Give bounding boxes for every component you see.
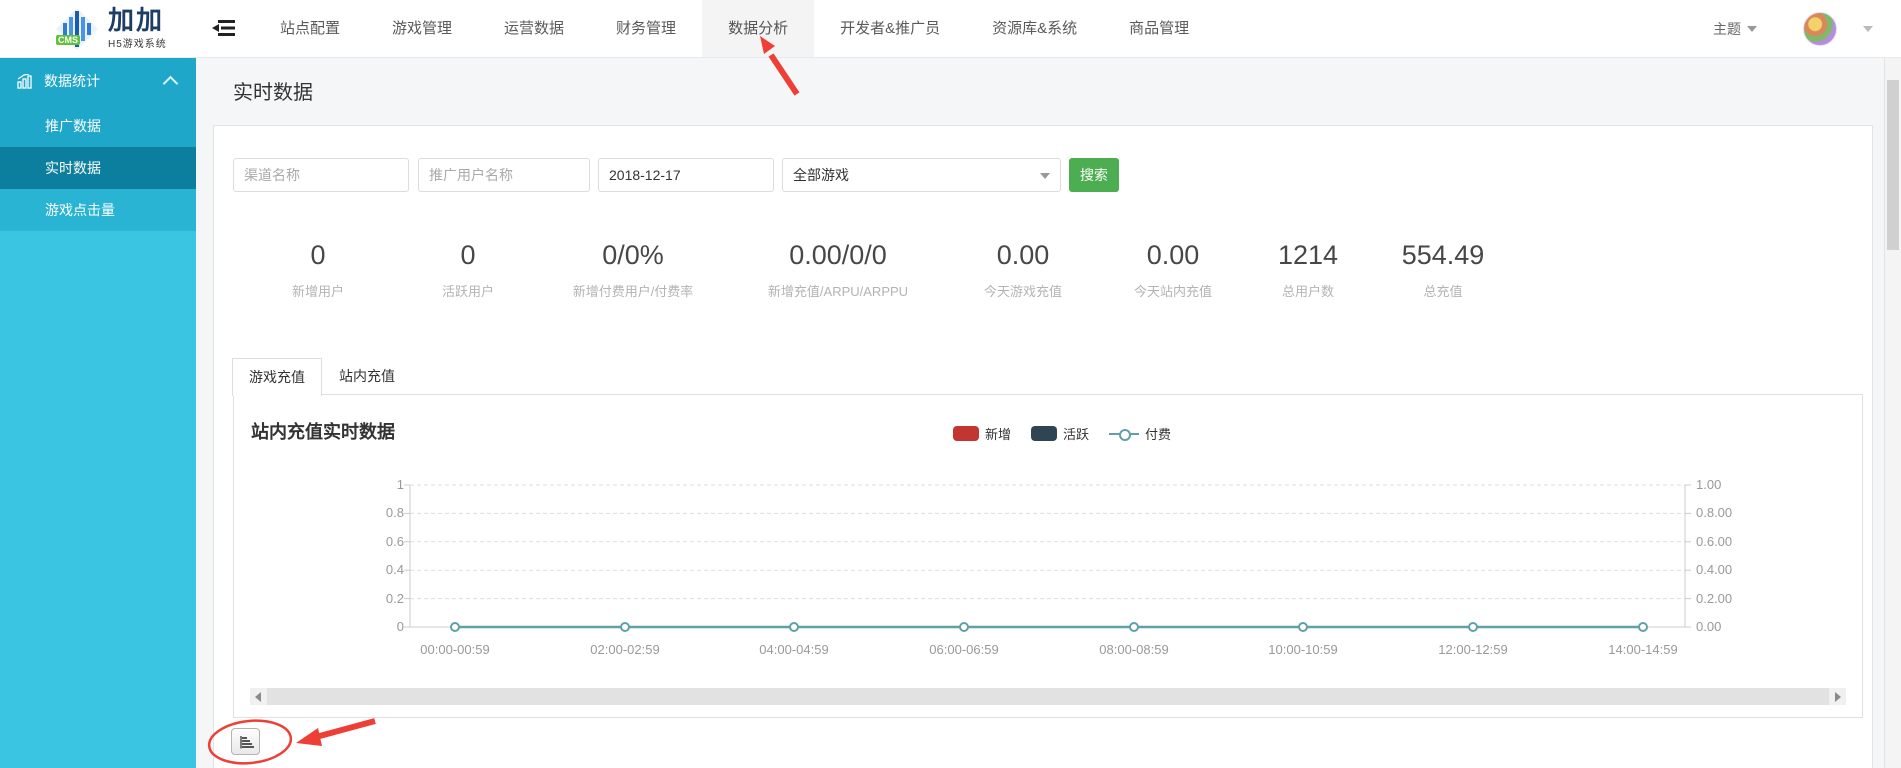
legend-item-new[interactable]: 新增 [953, 424, 1011, 443]
chart-type-toolbox-button[interactable] [231, 728, 260, 755]
x-axis-tick: 10:00-10:59 [1233, 642, 1373, 657]
legend-item-active[interactable]: 活跃 [1031, 424, 1089, 443]
stat-active-users: 0 活跃用户 [403, 238, 533, 300]
menu-fold-icon[interactable] [212, 17, 236, 39]
nav-finance-manage[interactable]: 财务管理 [590, 0, 702, 57]
y-axis-left-tick: 0.8 [344, 505, 404, 520]
page-scrollbar-thumb[interactable] [1887, 80, 1899, 250]
x-axis-tick: 00:00-00:59 [385, 642, 525, 657]
select-caret-icon [1040, 173, 1050, 179]
line-chart-plot [400, 480, 1700, 640]
search-button[interactable]: 搜索 [1069, 158, 1119, 192]
stat-new-users: 0 新增用户 [233, 238, 403, 300]
sidebar-item-promotion-data[interactable]: 推广数据 [0, 105, 196, 147]
nav-resource-system[interactable]: 资源库&系统 [966, 0, 1103, 57]
chevron-down-icon [1747, 26, 1757, 32]
y-axis-right-tick: 0.4.00 [1696, 562, 1766, 577]
logo-subtitle: H5游戏系统 [108, 35, 167, 50]
scrollbar-thumb[interactable] [267, 688, 1829, 705]
stat-new-paying-rate: 0/0% 新增付费用户/付费率 [533, 238, 733, 300]
theme-label: 主题 [1713, 19, 1741, 39]
nav-developer-promoter[interactable]: 开发者&推广员 [814, 0, 966, 57]
date-input[interactable] [598, 158, 774, 192]
tab-site-recharge[interactable]: 站内充值 [322, 358, 412, 395]
y-axis-right-tick: 0.00 [1696, 619, 1766, 634]
horizontal-bars-chart-icon [238, 734, 254, 750]
legend-item-pay[interactable]: 付费 [1109, 424, 1171, 443]
x-axis-tick: 04:00-04:59 [724, 642, 864, 657]
app-logo[interactable]: CMS 加加 H5游戏系统 [54, 7, 167, 50]
y-axis-right-tick: 0.8.00 [1696, 505, 1766, 520]
y-axis-left-tick: 0.6 [344, 534, 404, 549]
sidebar-item-realtime-data[interactable]: 实时数据 [0, 147, 196, 189]
page-vertical-scrollbar[interactable] [1884, 0, 1901, 768]
x-axis-tick: 08:00-08:59 [1064, 642, 1204, 657]
y-axis-left-tick: 0.2 [344, 591, 404, 606]
realtime-data-page: CMS 加加 H5游戏系统 站点配置 游戏管理 运营数据 财务管理 数据分析 开… [0, 0, 1901, 768]
avatar[interactable] [1803, 12, 1837, 46]
channel-name-input[interactable] [233, 158, 409, 192]
chart-legend: 新增 活跃 付费 [953, 424, 1191, 443]
legend-swatch-new [953, 426, 979, 441]
user-chevron-down-icon[interactable] [1863, 26, 1873, 32]
promoter-name-input[interactable] [418, 158, 590, 192]
top-header: CMS 加加 H5游戏系统 站点配置 游戏管理 运营数据 财务管理 数据分析 开… [0, 0, 1901, 58]
logo-icon: CMS [54, 8, 100, 50]
game-select-value: 全部游戏 [793, 167, 849, 183]
chart-horizontal-scrollbar[interactable] [250, 688, 1846, 705]
nav-operation-data[interactable]: 运营数据 [478, 0, 590, 57]
sidebar-section-label: 数据统计 [44, 71, 100, 91]
bar-chart-icon [17, 74, 34, 89]
logo-badge: CMS [56, 35, 80, 45]
scroll-right-icon[interactable] [1835, 692, 1841, 702]
x-axis-tick: 06:00-06:59 [894, 642, 1034, 657]
stat-new-recharge-arpu: 0.00/0/0 新增充值/ARPU/ARPPU [733, 238, 943, 300]
x-axis-tick: 02:00-02:59 [555, 642, 695, 657]
nav-game-manage[interactable]: 游戏管理 [366, 0, 478, 57]
x-axis-tick: 12:00-12:59 [1403, 642, 1543, 657]
game-select[interactable]: 全部游戏 [782, 158, 1061, 192]
stat-today-site-recharge: 0.00 今天站内充值 [1103, 238, 1243, 300]
stat-total-users: 1214 总用户数 [1243, 238, 1373, 300]
chevron-up-icon [163, 76, 179, 92]
y-axis-left-tick: 0 [344, 619, 404, 634]
chart-title: 站内充值实时数据 [251, 418, 395, 444]
nav-data-analysis[interactable]: 数据分析 [702, 0, 814, 57]
stat-today-game-recharge: 0.00 今天游戏充值 [943, 238, 1103, 300]
page-title: 实时数据 [233, 76, 313, 105]
logo-title: 加加 [108, 7, 167, 33]
tab-game-recharge[interactable]: 游戏充值 [232, 358, 322, 396]
sidebar-item-game-clicks[interactable]: 游戏点击量 [0, 189, 196, 231]
sidebar-section-stats[interactable]: 数据统计 [0, 57, 196, 105]
y-axis-right-tick: 0.2.00 [1696, 591, 1766, 606]
nav-site-config[interactable]: 站点配置 [254, 0, 366, 57]
y-axis-left-tick: 0.4 [344, 562, 404, 577]
stats-row: 0 新增用户 0 活跃用户 0/0% 新增付费用户/付费率 0.00/0/0 新… [233, 238, 1583, 300]
y-axis-right-tick: 1.00 [1696, 477, 1766, 492]
legend-swatch-active [1031, 426, 1057, 441]
stat-total-recharge: 554.49 总充值 [1373, 238, 1513, 300]
legend-marker-line-circle [1109, 427, 1139, 441]
sidebar: 数据统计 推广数据 实时数据 游戏点击量 [0, 57, 196, 768]
theme-dropdown[interactable]: 主题 [1713, 19, 1757, 39]
y-axis-left-tick: 1 [344, 477, 404, 492]
scroll-left-icon[interactable] [255, 692, 261, 702]
nav-product-manage[interactable]: 商品管理 [1103, 0, 1215, 57]
y-axis-right-tick: 0.6.00 [1696, 534, 1766, 549]
x-axis-tick: 14:00-14:59 [1573, 642, 1713, 657]
main-nav: 站点配置 游戏管理 运营数据 财务管理 数据分析 开发者&推广员 资源库&系统 … [254, 0, 1215, 57]
